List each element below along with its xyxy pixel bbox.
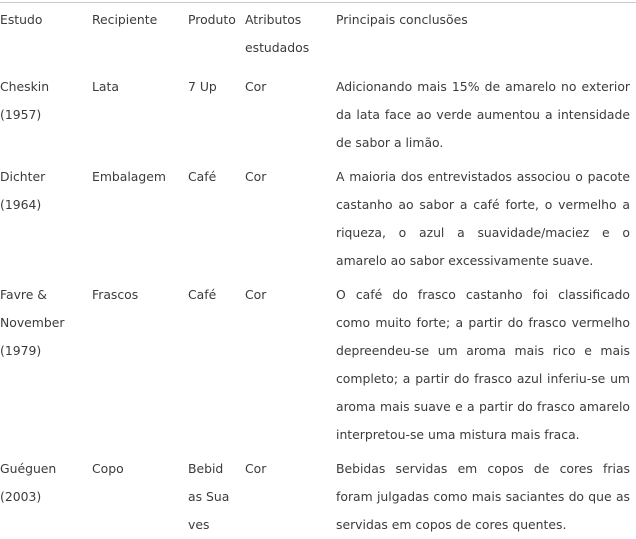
cell-atributos: Cor <box>245 281 336 449</box>
cell-recipiente: Embalagem <box>92 163 188 275</box>
recipiente-value: Lata <box>92 79 119 94</box>
column-header-conclusoes: Principais conclusões <box>336 6 636 62</box>
cell-produto: Bebidas Suaves <box>188 455 245 539</box>
column-header-atributos-line1: Atributos <box>245 12 302 27</box>
conclusoes-text: A maioria dos entrevistados associou o p… <box>336 169 630 268</box>
conclusoes-text: Adicionando mais 15% de amarelo no exter… <box>336 79 630 150</box>
cell-conclusoes: Adicionando mais 15% de amarelo no exter… <box>336 73 636 157</box>
table-top-rule <box>0 2 636 3</box>
produto-value: Bebidas Suaves <box>188 461 230 532</box>
table-row: Dichter (1964) Embalagem Café Cor A maio… <box>0 163 636 275</box>
conclusoes-text: Bebidas servidas em copos de cores frias… <box>336 461 630 532</box>
estudo-year: (1964) <box>0 197 42 212</box>
column-header-conclusoes-label: Principais conclusões <box>336 12 468 27</box>
column-header-produto: Produto <box>188 6 245 62</box>
cell-atributos: Cor <box>245 163 336 275</box>
cell-estudo: Favre & November (1979) <box>0 281 92 449</box>
cell-conclusoes: O café do frasco castanho foi classifica… <box>336 281 636 449</box>
column-header-produto-label: Produto <box>188 12 236 27</box>
produto-value: Café <box>188 169 217 184</box>
study-comparison-table: Estudo Recipiente Produto Atributos estu… <box>0 6 636 539</box>
table-row: Favre & November (1979) Frascos Café Cor… <box>0 281 636 449</box>
column-header-recipiente: Recipiente <box>92 6 188 62</box>
estudo-author: Favre & <box>0 287 47 302</box>
study-table-container: Estudo Recipiente Produto Atributos estu… <box>0 0 636 539</box>
atributos-value: Cor <box>245 461 267 476</box>
estudo-author: Guéguen <box>0 461 57 476</box>
column-header-estudo: Estudo <box>0 6 92 62</box>
cell-produto: Café <box>188 163 245 275</box>
cell-produto: Café <box>188 281 245 449</box>
column-header-estudo-label: Estudo <box>0 12 43 27</box>
estudo-year: (1979) <box>0 343 42 358</box>
cell-estudo: Dichter (1964) <box>0 163 92 275</box>
produto-value: Café <box>188 287 217 302</box>
recipiente-value: Copo <box>92 461 124 476</box>
cell-atributos: Cor <box>245 455 336 539</box>
header-body-spacer <box>0 62 636 73</box>
estudo-author: Cheskin <box>0 79 50 94</box>
produto-value: 7 Up <box>188 79 217 94</box>
atributos-value: Cor <box>245 169 267 184</box>
atributos-value: Cor <box>245 287 267 302</box>
atributos-value: Cor <box>245 79 267 94</box>
cell-recipiente: Lata <box>92 73 188 157</box>
cell-estudo: Cheskin (1957) <box>0 73 92 157</box>
recipiente-value: Embalagem <box>92 169 166 184</box>
column-header-atributos-line2: estudados <box>245 40 310 55</box>
table-row: Cheskin (1957) Lata 7 Up Cor Adicionando… <box>0 73 636 157</box>
cell-recipiente: Copo <box>92 455 188 539</box>
recipiente-value: Frascos <box>92 287 139 302</box>
cell-conclusoes: A maioria dos entrevistados associou o p… <box>336 163 636 275</box>
table-header-row: Estudo Recipiente Produto Atributos estu… <box>0 6 636 62</box>
conclusoes-text: O café do frasco castanho foi classifica… <box>336 287 630 442</box>
column-header-recipiente-label: Recipiente <box>92 12 158 27</box>
cell-produto: 7 Up <box>188 73 245 157</box>
column-header-atributos: Atributos estudados <box>245 6 336 62</box>
estudo-year: (1957) <box>0 107 42 122</box>
estudo-author: Dichter <box>0 169 46 184</box>
cell-recipiente: Frascos <box>92 281 188 449</box>
estudo-year: (2003) <box>0 489 42 504</box>
cell-conclusoes: Bebidas servidas em copos de cores frias… <box>336 455 636 539</box>
estudo-author-cont: November <box>0 315 65 330</box>
spacer-cell <box>0 62 636 73</box>
table-row: Guéguen (2003) Copo Bebidas Suaves Cor B… <box>0 455 636 539</box>
cell-atributos: Cor <box>245 73 336 157</box>
cell-estudo: Guéguen (2003) <box>0 455 92 539</box>
